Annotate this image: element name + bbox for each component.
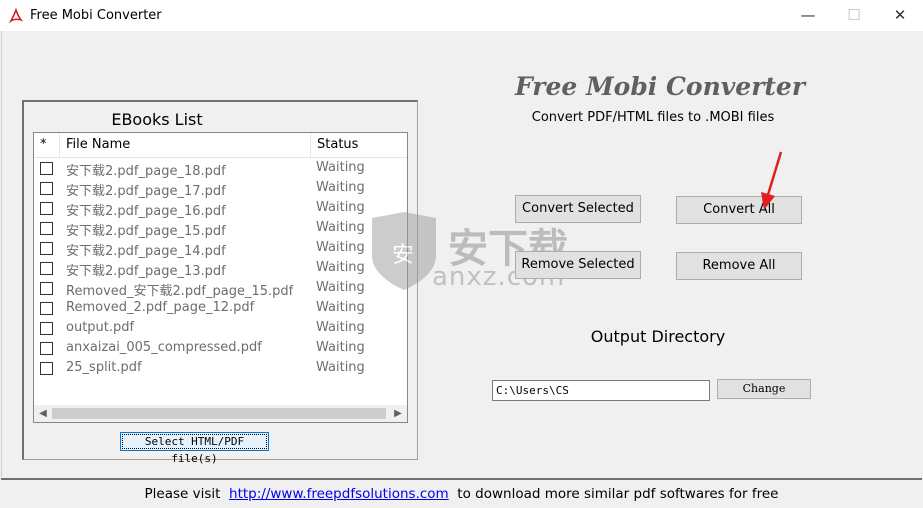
convert-selected-button[interactable]: Convert Selected bbox=[515, 195, 641, 223]
footer-bar: Please visit http://www.freepdfsolutions… bbox=[1, 478, 922, 508]
scroll-left-icon[interactable]: ◀ bbox=[36, 405, 50, 422]
file-name: 安下载2.pdf_page_17.pdf bbox=[66, 184, 226, 199]
file-name: 安下载2.pdf_page_16.pdf bbox=[66, 204, 226, 219]
footer-text: Please visit http://www.freepdfsolutions… bbox=[1, 486, 922, 502]
file-name: 安下载2.pdf_page_18.pdf bbox=[66, 164, 226, 179]
website-link[interactable]: http://www.freepdfsolutions.com bbox=[229, 486, 449, 502]
file-name: 安下载2.pdf_page_14.pdf bbox=[66, 244, 226, 259]
scroll-right-icon[interactable]: ▶ bbox=[391, 405, 405, 422]
maximize-button[interactable]: ☐ bbox=[831, 0, 877, 31]
file-status: Waiting bbox=[316, 340, 365, 355]
file-status: Waiting bbox=[316, 240, 365, 255]
title-bar: Free Mobi Converter — ☐ ✕ bbox=[0, 0, 923, 31]
row-checkbox[interactable] bbox=[40, 302, 53, 315]
list-item[interactable]: 安下载2.pdf_page_15.pdf Waiting bbox=[34, 219, 407, 239]
row-checkbox[interactable] bbox=[40, 282, 53, 295]
row-checkbox[interactable] bbox=[40, 342, 53, 355]
file-status: Waiting bbox=[316, 260, 365, 275]
list-item[interactable]: 安下载2.pdf_page_13.pdf Waiting bbox=[34, 259, 407, 279]
footer-suffix: to download more similar pdf softwares f… bbox=[457, 486, 779, 502]
list-header: * File Name Status bbox=[34, 133, 407, 158]
file-status: Waiting bbox=[316, 220, 365, 235]
change-button[interactable]: Change bbox=[717, 379, 811, 399]
row-checkbox[interactable] bbox=[40, 262, 53, 275]
row-checkbox[interactable] bbox=[40, 202, 53, 215]
file-status: Waiting bbox=[316, 180, 365, 195]
output-path-field[interactable]: C:\Users\CS bbox=[492, 380, 710, 401]
column-header-select[interactable]: * bbox=[34, 133, 60, 157]
file-name: anxaizai_005_compressed.pdf bbox=[66, 340, 262, 355]
file-name: 安下载2.pdf_page_13.pdf bbox=[66, 264, 226, 279]
row-checkbox[interactable] bbox=[40, 242, 53, 255]
list-item[interactable]: output.pdf Waiting bbox=[34, 319, 407, 339]
file-status: Waiting bbox=[316, 320, 365, 335]
file-status: Waiting bbox=[316, 280, 365, 295]
horizontal-scrollbar[interactable]: ◀ ▶ bbox=[34, 405, 407, 422]
list-item[interactable]: anxaizai_005_compressed.pdf Waiting bbox=[34, 339, 407, 359]
remove-all-button[interactable]: Remove All bbox=[676, 252, 802, 280]
list-item[interactable]: 安下载2.pdf_page_14.pdf Waiting bbox=[34, 239, 407, 259]
remove-selected-button[interactable]: Remove Selected bbox=[515, 251, 641, 279]
row-checkbox[interactable] bbox=[40, 182, 53, 195]
minimize-button[interactable]: — bbox=[785, 0, 831, 31]
list-item[interactable]: Removed_安下载2.pdf_page_15.pdf Waiting bbox=[34, 279, 407, 299]
brand-title: Free Mobi Converter bbox=[514, 72, 805, 101]
select-files-button[interactable]: Select HTML/PDF file(s) bbox=[120, 432, 269, 465]
list-item[interactable]: 25_split.pdf Waiting bbox=[34, 359, 407, 379]
list-item[interactable]: Removed_2.pdf_page_12.pdf Waiting bbox=[34, 299, 407, 319]
row-checkbox[interactable] bbox=[40, 162, 53, 175]
file-status: Waiting bbox=[316, 160, 365, 175]
brand-subtitle: Convert PDF/HTML files to .MOBI files bbox=[531, 110, 775, 125]
red-arrow-icon bbox=[761, 151, 783, 210]
svg-text:安: 安 bbox=[392, 243, 414, 268]
file-status: Waiting bbox=[316, 300, 365, 315]
column-header-status[interactable]: Status bbox=[311, 133, 407, 157]
list-item[interactable]: 安下载2.pdf_page_17.pdf Waiting bbox=[34, 179, 407, 199]
file-name: 25_split.pdf bbox=[66, 360, 142, 375]
file-status: Waiting bbox=[316, 200, 365, 215]
pdf-app-icon bbox=[8, 8, 24, 24]
list-item[interactable]: 安下载2.pdf_page_16.pdf Waiting bbox=[34, 199, 407, 219]
file-name: Removed_安下载2.pdf_page_15.pdf bbox=[66, 284, 294, 299]
row-checkbox[interactable] bbox=[40, 362, 53, 375]
file-status: Waiting bbox=[316, 360, 365, 375]
file-name: Removed_2.pdf_page_12.pdf bbox=[66, 300, 255, 315]
ebooks-list-title: EBooks List bbox=[111, 110, 203, 129]
column-header-file-name[interactable]: File Name bbox=[60, 133, 311, 157]
scroll-thumb[interactable] bbox=[52, 408, 386, 419]
list-item[interactable]: 安下载2.pdf_page_18.pdf Waiting bbox=[34, 159, 407, 179]
row-checkbox[interactable] bbox=[40, 222, 53, 235]
ebooks-list[interactable]: * File Name Status 安下载2.pdf_page_18.pdf W… bbox=[33, 132, 408, 423]
close-button[interactable]: ✕ bbox=[877, 0, 923, 31]
file-name: 安下载2.pdf_page_15.pdf bbox=[66, 224, 226, 239]
window-title: Free Mobi Converter bbox=[30, 8, 162, 23]
row-checkbox[interactable] bbox=[40, 322, 53, 335]
output-directory-label: Output Directory bbox=[590, 327, 726, 346]
file-name: output.pdf bbox=[66, 320, 135, 335]
footer-prefix: Please visit bbox=[144, 486, 221, 502]
